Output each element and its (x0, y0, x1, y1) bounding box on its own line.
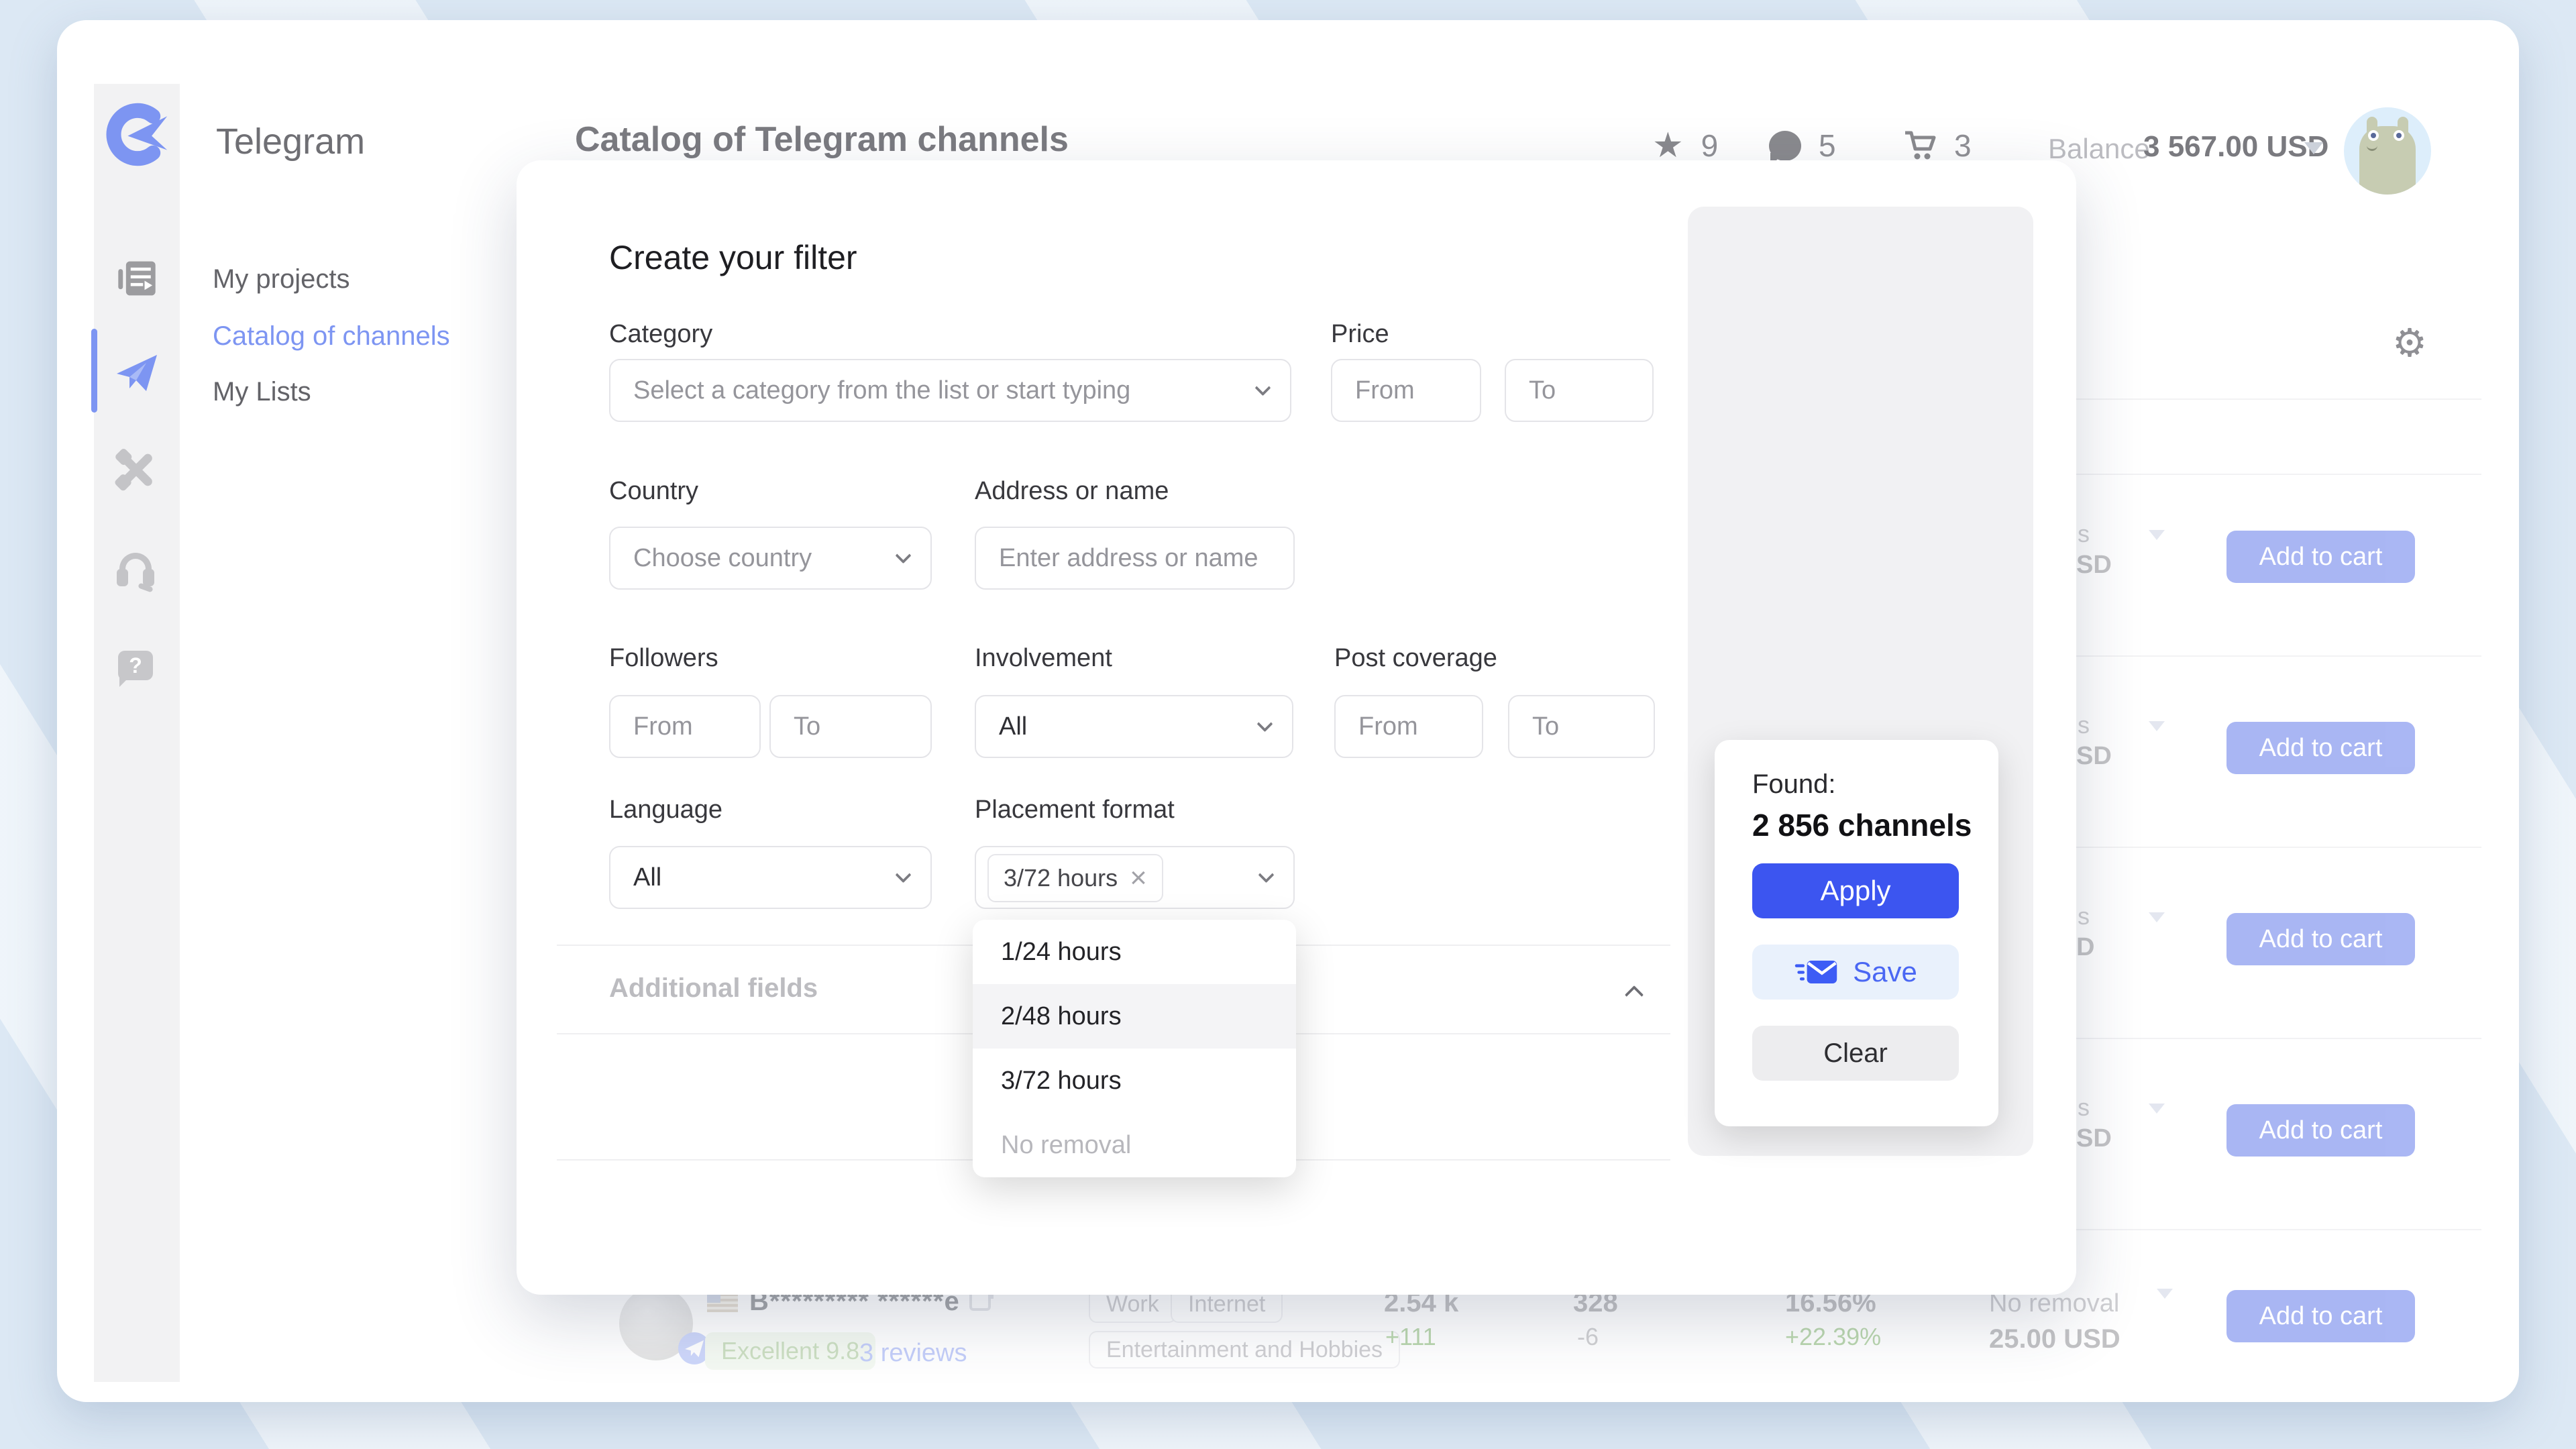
address-label: Address or name (975, 477, 1169, 506)
views-delta: -6 (1577, 1323, 1599, 1351)
tag-entertainment: Entertainment and Hobbies (1089, 1331, 1400, 1368)
collapse-chevron-up-icon[interactable] (1625, 985, 1644, 1004)
followers-label: Followers (609, 644, 718, 673)
dropdown-option-3-72[interactable]: 3/72 hours (973, 1049, 1296, 1113)
create-filter-modal: Create your filter Category Select a cat… (517, 160, 2076, 1295)
save-button[interactable]: Save (1752, 945, 1959, 1000)
placement-format-label: Placement format (975, 796, 1175, 824)
format-caret-icon[interactable] (2157, 1299, 2173, 1311)
involvement-label: Involvement (975, 644, 1112, 673)
additional-fields-label: Additional fields (609, 973, 818, 1004)
category-label: Category (609, 320, 712, 349)
placement-format-select[interactable]: 3/72 hours × (975, 846, 1295, 909)
post-coverage-from-input[interactable] (1334, 695, 1483, 758)
price-value: 25.00 USD (1989, 1324, 2121, 1354)
reviews-link[interactable]: 3 reviews (859, 1339, 967, 1368)
chevron-down-icon (1256, 716, 1273, 732)
country-select[interactable]: Choose country (609, 527, 932, 590)
add-to-cart-button[interactable]: Add to cart (2226, 1290, 2415, 1342)
add-to-cart-button[interactable]: Add to cart (2226, 722, 2415, 774)
placement-format-dropdown: 1/24 hours 2/48 hours 3/72 hours No remo… (973, 920, 1296, 1177)
table-row: s SD Add to cart (2076, 722, 2506, 802)
dropdown-option-no-removal[interactable]: No removal (973, 1113, 1296, 1177)
post-coverage-label: Post coverage (1334, 644, 1497, 673)
followers-from-input[interactable] (609, 695, 761, 758)
apply-button[interactable]: Apply (1752, 863, 1959, 918)
row-caret-icon[interactable] (2149, 540, 2165, 552)
chevron-down-icon (895, 547, 911, 564)
dropdown-option-2-48[interactable]: 2/48 hours (973, 984, 1296, 1049)
selected-format-chip: 3/72 hours × (987, 854, 1163, 902)
remove-chip-icon[interactable]: × (1130, 863, 1147, 893)
language-select[interactable]: All (609, 846, 932, 909)
chevron-down-icon (1258, 867, 1274, 883)
table-row: s SD Add to cart (2076, 531, 2506, 611)
country-flag-icon (707, 1293, 738, 1312)
found-summary-card: Found: 2 856 channels Apply Save Clear (1715, 740, 1998, 1126)
followers-delta: +111 (1385, 1323, 1436, 1351)
add-to-cart-button[interactable]: Add to cart (2226, 913, 2415, 965)
chevron-down-icon (1254, 380, 1271, 396)
clear-button[interactable]: Clear (1752, 1026, 1959, 1081)
send-mail-icon (1794, 958, 1838, 986)
row-caret-icon[interactable] (2149, 1114, 2165, 1126)
add-to-cart-button[interactable]: Add to cart (2226, 1104, 2415, 1157)
price-to-input[interactable] (1505, 359, 1654, 422)
row-caret-icon[interactable] (2149, 922, 2165, 934)
followers-to-input[interactable] (769, 695, 932, 758)
found-value: 2 856 channels (1752, 807, 1972, 843)
language-label: Language (609, 796, 722, 824)
app-window: Telegram ? My projects Catalog of chan (57, 20, 2519, 1402)
found-label: Found: (1752, 769, 1836, 800)
table-row: s D Add to cart (2076, 913, 2506, 994)
price-from-input[interactable] (1331, 359, 1481, 422)
table-row: s SD Add to cart (2076, 1104, 2506, 1185)
country-label: Country (609, 477, 698, 506)
rating-badge: Excellent 9.8 (705, 1332, 875, 1370)
er-delta: +22.39% (1785, 1323, 1881, 1351)
dropdown-option-1-24[interactable]: 1/24 hours (973, 920, 1296, 984)
modal-title: Create your filter (609, 238, 857, 277)
price-label: Price (1331, 320, 1389, 349)
table-row-channel: B********* ******e Excellent 9.8 3 revie… (619, 1281, 2498, 1402)
involvement-select[interactable]: All (975, 695, 1293, 758)
category-select[interactable]: Select a category from the list or start… (609, 359, 1291, 422)
row-caret-icon[interactable] (2149, 731, 2165, 743)
post-coverage-to-input[interactable] (1508, 695, 1655, 758)
chevron-down-icon (895, 867, 911, 883)
add-to-cart-button[interactable]: Add to cart (2226, 531, 2415, 583)
address-input[interactable] (975, 527, 1295, 590)
